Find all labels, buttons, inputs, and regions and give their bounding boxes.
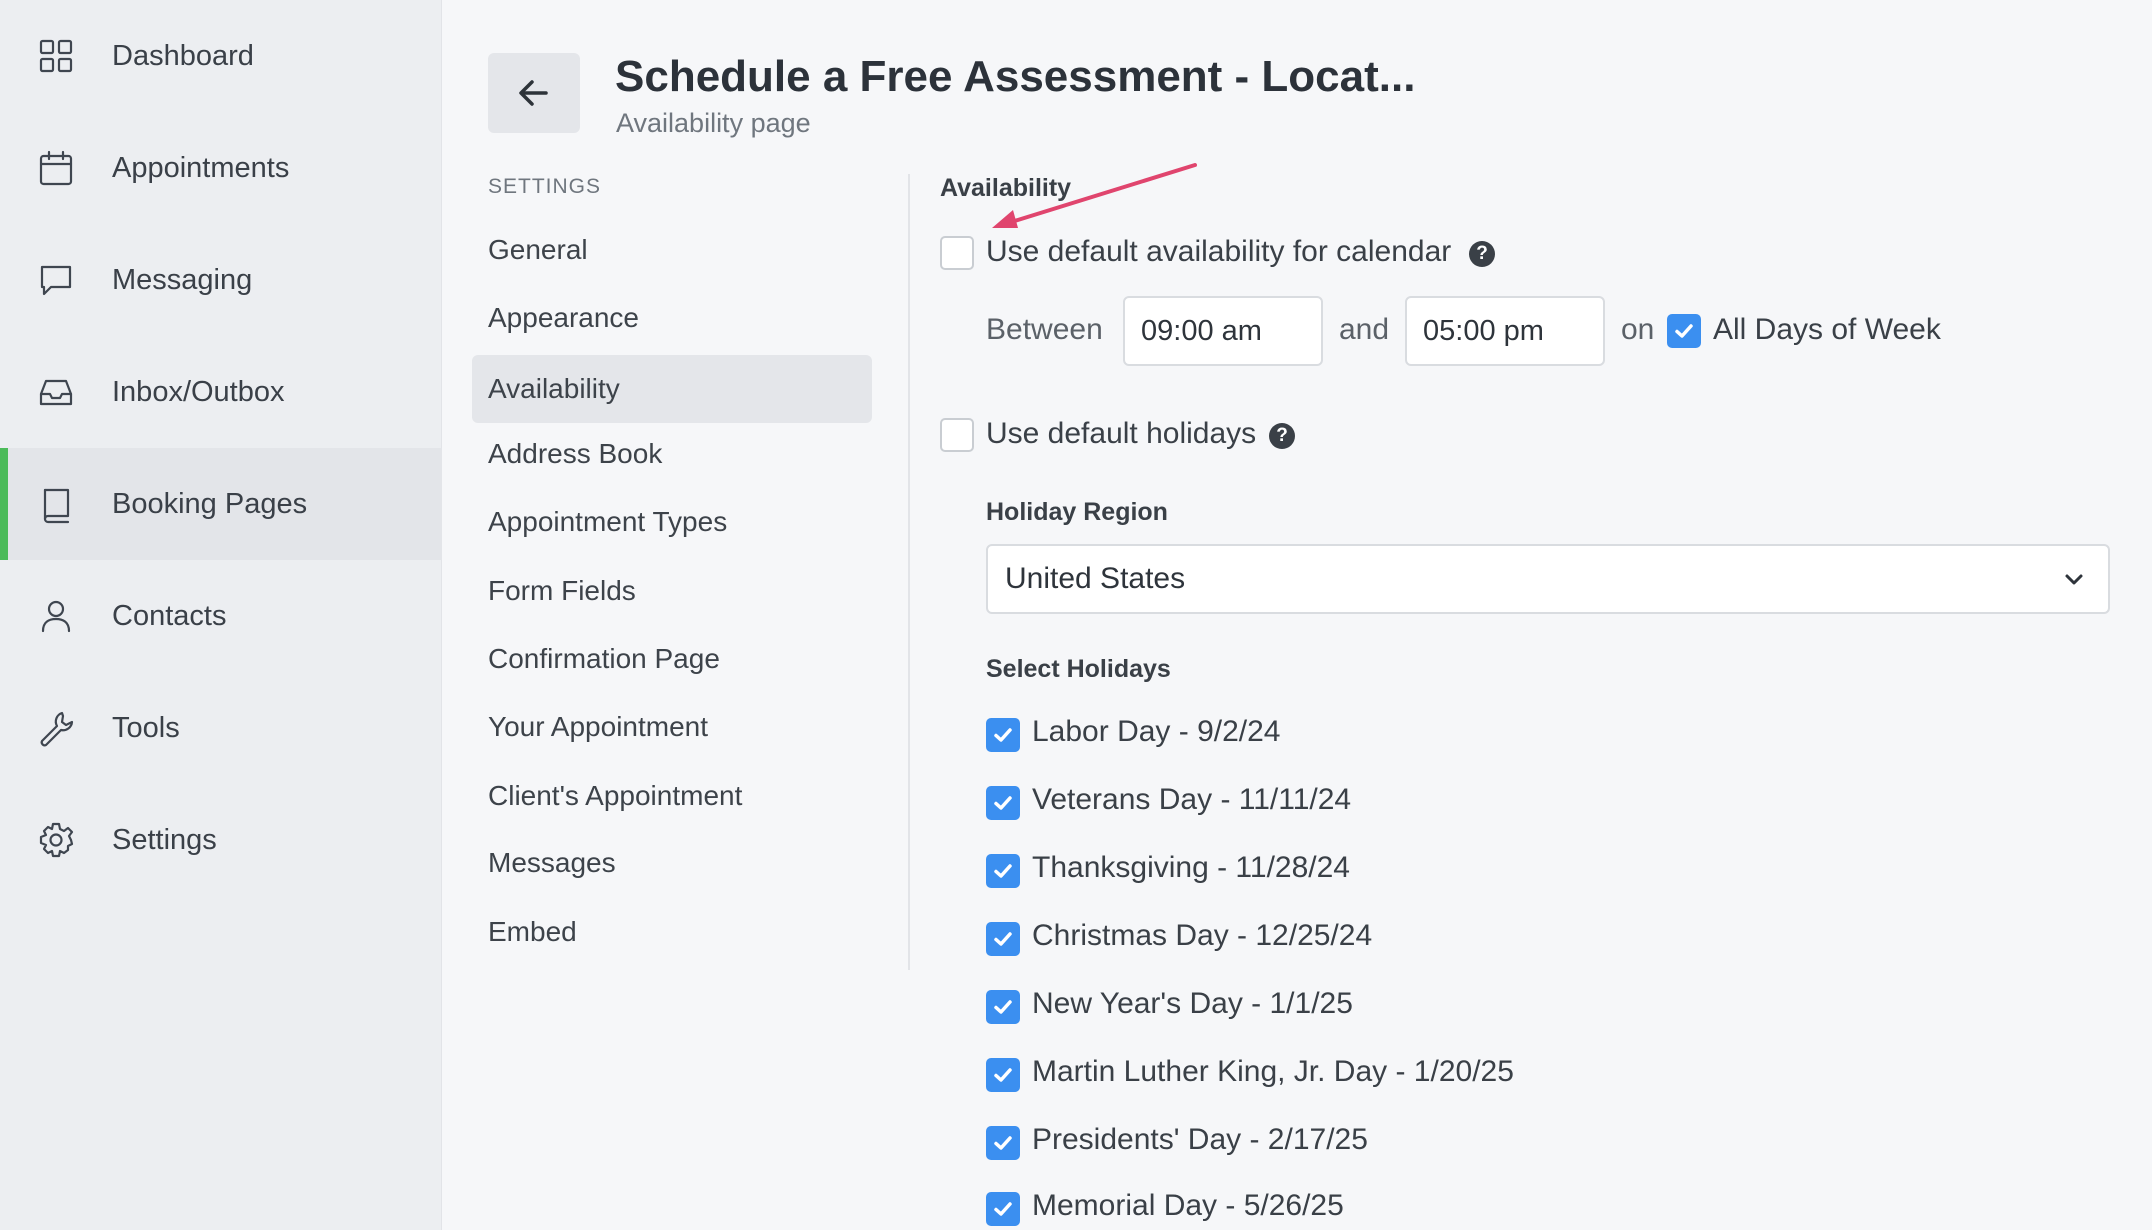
holiday-item[interactable]: Memorial Day - 5/26/25 <box>986 1189 1886 1229</box>
settings-nav-appointment-types[interactable]: Appointment Types <box>472 488 872 556</box>
start-time-input[interactable]: 09:00 am <box>1123 296 1323 366</box>
default-availability-checkbox[interactable] <box>940 236 974 270</box>
holiday-checkbox[interactable] <box>986 854 1020 888</box>
holiday-item[interactable]: Veterans Day - 11/11/24 <box>986 783 1886 823</box>
user-icon <box>36 596 76 636</box>
holiday-label: Labor Day - 9/2/24 <box>1032 715 1281 748</box>
check-icon <box>1675 324 1693 338</box>
holiday-item[interactable]: New Year's Day - 1/1/25 <box>986 987 1886 1027</box>
holiday-label: New Year's Day - 1/1/25 <box>1032 987 1353 1020</box>
settings-nav-confirmation-page[interactable]: Confirmation Page <box>472 625 872 693</box>
sidebar-item-label: Booking Pages <box>112 487 308 520</box>
select-holidays-label: Select Holidays <box>986 655 1171 683</box>
settings-nav-messages[interactable]: Messages <box>472 829 872 897</box>
holiday-label: Thanksgiving - 11/28/24 <box>1032 851 1350 884</box>
all-days-checkbox[interactable] <box>1667 314 1701 348</box>
holiday-checkbox[interactable] <box>986 718 1020 752</box>
check-icon <box>994 1068 1012 1082</box>
settings-nav-availability[interactable]: Availability <box>472 355 872 423</box>
holiday-item[interactable]: Martin Luther King, Jr. Day - 1/20/25 <box>986 1055 1886 1095</box>
inbox-tray-icon <box>36 372 76 412</box>
sidebar-item-label: Messaging <box>112 263 253 296</box>
sidebar: Dashboard Appointments Messaging Inbox/O… <box>0 0 442 1230</box>
sidebar-item-settings[interactable]: Settings <box>0 784 442 896</box>
all-days-label: All Days of Week <box>1713 313 1941 346</box>
holiday-checkbox[interactable] <box>986 1126 1020 1160</box>
help-icon[interactable]: ? <box>1469 241 1495 267</box>
annotation-arrow <box>992 163 1197 228</box>
sidebar-item-appointments[interactable]: Appointments <box>0 112 442 224</box>
check-icon <box>994 864 1012 878</box>
sidebar-item-messaging[interactable]: Messaging <box>0 224 442 336</box>
holiday-checkbox[interactable] <box>986 990 1020 1024</box>
settings-nav-form-fields[interactable]: Form Fields <box>472 557 872 625</box>
page-title: Schedule a Free Assessment - Locat... <box>615 52 1416 101</box>
sidebar-item-label: Inbox/Outbox <box>112 375 285 408</box>
holiday-checkbox[interactable] <box>986 786 1020 820</box>
holiday-label: Christmas Day - 12/25/24 <box>1032 919 1373 952</box>
holiday-item[interactable]: Presidents' Day - 2/17/25 <box>986 1123 1886 1163</box>
dashboard-grid-icon <box>36 36 76 76</box>
wrench-icon <box>36 708 76 748</box>
settings-nav-clients-appointment[interactable]: Client's Appointment <box>472 762 872 830</box>
check-icon <box>994 1136 1012 1150</box>
arrow-left-icon <box>519 80 548 106</box>
message-bubble-icon <box>36 260 76 300</box>
holiday-label: Memorial Day - 5/26/25 <box>1032 1189 1344 1222</box>
holiday-region-label: Holiday Region <box>986 498 1168 526</box>
sidebar-item-booking-pages[interactable]: Booking Pages <box>0 448 442 560</box>
and-label: and <box>1339 313 1390 346</box>
holiday-item[interactable]: Christmas Day - 12/25/24 <box>986 919 1886 959</box>
sidebar-item-label: Settings <box>112 823 217 856</box>
settings-nav-heading: SETTINGS <box>488 175 602 198</box>
check-icon <box>994 1202 1012 1216</box>
holiday-checkbox[interactable] <box>986 1058 1020 1092</box>
default-availability-label: Use default availability for calendar <box>986 235 1452 268</box>
holiday-checkbox[interactable] <box>986 1192 1020 1226</box>
sidebar-item-label: Dashboard <box>112 39 254 72</box>
settings-nav-embed[interactable]: Embed <box>472 898 872 966</box>
help-icon[interactable]: ? <box>1269 423 1295 449</box>
check-icon <box>994 932 1012 946</box>
holiday-checkbox[interactable] <box>986 922 1020 956</box>
holiday-item[interactable]: Thanksgiving - 11/28/24 <box>986 851 1886 891</box>
divider <box>908 174 910 970</box>
book-icon <box>36 484 76 524</box>
end-time-input[interactable]: 05:00 pm <box>1405 296 1605 366</box>
page-subtitle: Availability page <box>616 108 811 138</box>
default-holidays-label: Use default holidays <box>986 417 1257 450</box>
holiday-region-select[interactable]: United States <box>986 544 2110 614</box>
between-label: Between <box>986 313 1103 346</box>
sidebar-item-label: Appointments <box>112 151 290 184</box>
settings-nav-appearance[interactable]: Appearance <box>472 284 872 352</box>
gear-icon <box>36 820 76 860</box>
calendar-icon <box>36 148 76 188</box>
holiday-item[interactable]: Labor Day - 9/2/24 <box>986 715 1886 755</box>
chevron-down-icon <box>2060 566 2088 594</box>
sidebar-item-inbox-outbox[interactable]: Inbox/Outbox <box>0 336 442 448</box>
holiday-region-value: United States <box>1005 562 1186 595</box>
settings-nav-general[interactable]: General <box>472 216 872 284</box>
check-icon <box>994 728 1012 742</box>
holiday-label: Veterans Day - 11/11/24 <box>1032 783 1352 816</box>
holiday-label: Martin Luther King, Jr. Day - 1/20/25 <box>1032 1055 1514 1088</box>
on-label: on <box>1621 313 1655 346</box>
settings-nav-your-appointment[interactable]: Your Appointment <box>472 693 872 761</box>
back-button[interactable] <box>488 53 580 133</box>
sidebar-item-label: Contacts <box>112 599 227 632</box>
sidebar-item-tools[interactable]: Tools <box>0 672 442 784</box>
sidebar-item-dashboard[interactable]: Dashboard <box>0 0 442 112</box>
default-holidays-checkbox[interactable] <box>940 418 974 452</box>
check-icon <box>994 796 1012 810</box>
settings-nav-address-book[interactable]: Address Book <box>472 420 872 488</box>
check-icon <box>994 1000 1012 1014</box>
holiday-label: Presidents' Day - 2/17/25 <box>1032 1123 1368 1156</box>
sidebar-item-label: Tools <box>112 711 180 744</box>
sidebar-item-contacts[interactable]: Contacts <box>0 560 442 672</box>
